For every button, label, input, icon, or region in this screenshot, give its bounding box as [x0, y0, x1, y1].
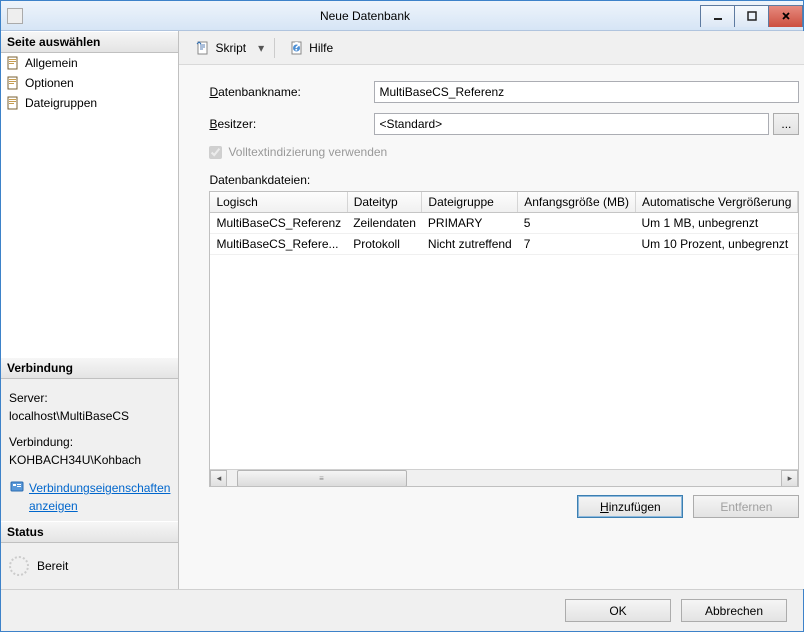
svg-text:?: ? [293, 40, 300, 54]
properties-icon [9, 479, 25, 495]
col-filegroup[interactable]: Dateigruppe [422, 192, 518, 213]
main-panel: Skript ▾ ? Hilfe Datenbankname: Besitzer… [179, 31, 804, 589]
toolbar: Skript ▾ ? Hilfe [179, 31, 804, 65]
horizontal-scrollbar[interactable]: ◂ ≡ ▸ [210, 469, 798, 486]
files-table[interactable]: Logisch Dateityp Dateigruppe Anfangsgröß… [210, 192, 798, 255]
script-button[interactable]: Skript [189, 38, 252, 58]
toolbar-separator [274, 38, 275, 58]
scroll-left-arrow[interactable]: ◂ [210, 470, 227, 487]
page-icon [5, 55, 21, 71]
sidebar-header-pages: Seite auswählen [1, 31, 178, 53]
owner-label: Besitzer: [209, 117, 374, 131]
window-title: Neue Datenbank [29, 9, 701, 23]
connection-label: Verbindung: [9, 433, 170, 451]
script-label: Skript [215, 41, 246, 55]
fulltext-label: Volltextindizierung verwenden [228, 145, 387, 159]
scroll-thumb[interactable]: ≡ [237, 470, 407, 487]
fulltext-checkbox [209, 146, 222, 159]
server-value: localhost\MultiBaseCS [9, 407, 170, 425]
ok-button[interactable]: OK [565, 599, 671, 622]
page-icon [5, 95, 21, 111]
sidebar-item-label: Allgemein [25, 56, 78, 70]
scroll-track[interactable]: ≡ [227, 470, 781, 487]
table-row[interactable]: MultiBaseCS_Refere... Protokoll Nicht zu… [210, 234, 797, 255]
connection-properties-link[interactable]: Verbindungseigenschaften anzeigen [29, 479, 170, 515]
status-value: Bereit [37, 559, 68, 573]
connection-value: KOHBACH34U\Kohbach [9, 451, 170, 469]
sidebar-item-dateigruppen[interactable]: Dateigruppen [1, 93, 178, 113]
dialog-footer: OK Abbrechen [1, 589, 803, 631]
status-spinner-icon [9, 556, 29, 576]
help-label: Hilfe [309, 41, 333, 55]
sidebar-item-label: Optionen [25, 76, 74, 90]
maximize-button[interactable] [734, 5, 769, 27]
server-label: Server: [9, 389, 170, 407]
sidebar-header-connection: Verbindung [1, 357, 178, 379]
close-button[interactable] [768, 5, 803, 27]
files-label: Datenbankdateien: [209, 173, 799, 187]
cancel-button[interactable]: Abbrechen [681, 599, 787, 622]
files-table-container: Logisch Dateityp Dateigruppe Anfangsgröß… [209, 191, 799, 487]
dbname-input[interactable] [374, 81, 799, 103]
page-icon [5, 75, 21, 91]
help-button[interactable]: ? Hilfe [283, 38, 339, 58]
scroll-right-arrow[interactable]: ▸ [781, 470, 798, 487]
sidebar-item-allgemein[interactable]: Allgemein [1, 53, 178, 73]
col-autogrow[interactable]: Automatische Vergrößerung [635, 192, 797, 213]
col-filetype[interactable]: Dateityp [347, 192, 422, 213]
help-icon: ? [289, 40, 305, 56]
sidebar: Seite auswählen Allgemein Optionen Datei… [1, 31, 179, 589]
add-button[interactable]: Hinzufügen [577, 495, 683, 518]
dropdown-arrow-icon[interactable]: ▾ [256, 41, 266, 55]
remove-button: Entfernen [693, 495, 799, 518]
table-row[interactable]: MultiBaseCS_Referenz Zeilendaten PRIMARY… [210, 213, 797, 234]
sidebar-item-optionen[interactable]: Optionen [1, 73, 178, 93]
sidebar-header-status: Status [1, 521, 178, 543]
dbname-label: Datenbankname: [209, 85, 374, 99]
nav-list: Allgemein Optionen Dateigruppen [1, 53, 178, 113]
sidebar-item-label: Dateigruppen [25, 96, 97, 110]
owner-browse-button[interactable]: ... [773, 113, 799, 135]
titlebar: Neue Datenbank [1, 1, 803, 31]
script-icon [195, 40, 211, 56]
owner-input[interactable] [374, 113, 769, 135]
app-icon [7, 8, 23, 24]
col-initsize[interactable]: Anfangsgröße (MB) [518, 192, 636, 213]
col-logical[interactable]: Logisch [210, 192, 347, 213]
minimize-button[interactable] [700, 5, 735, 27]
connection-info: Server: localhost\MultiBaseCS Verbindung… [1, 379, 178, 521]
